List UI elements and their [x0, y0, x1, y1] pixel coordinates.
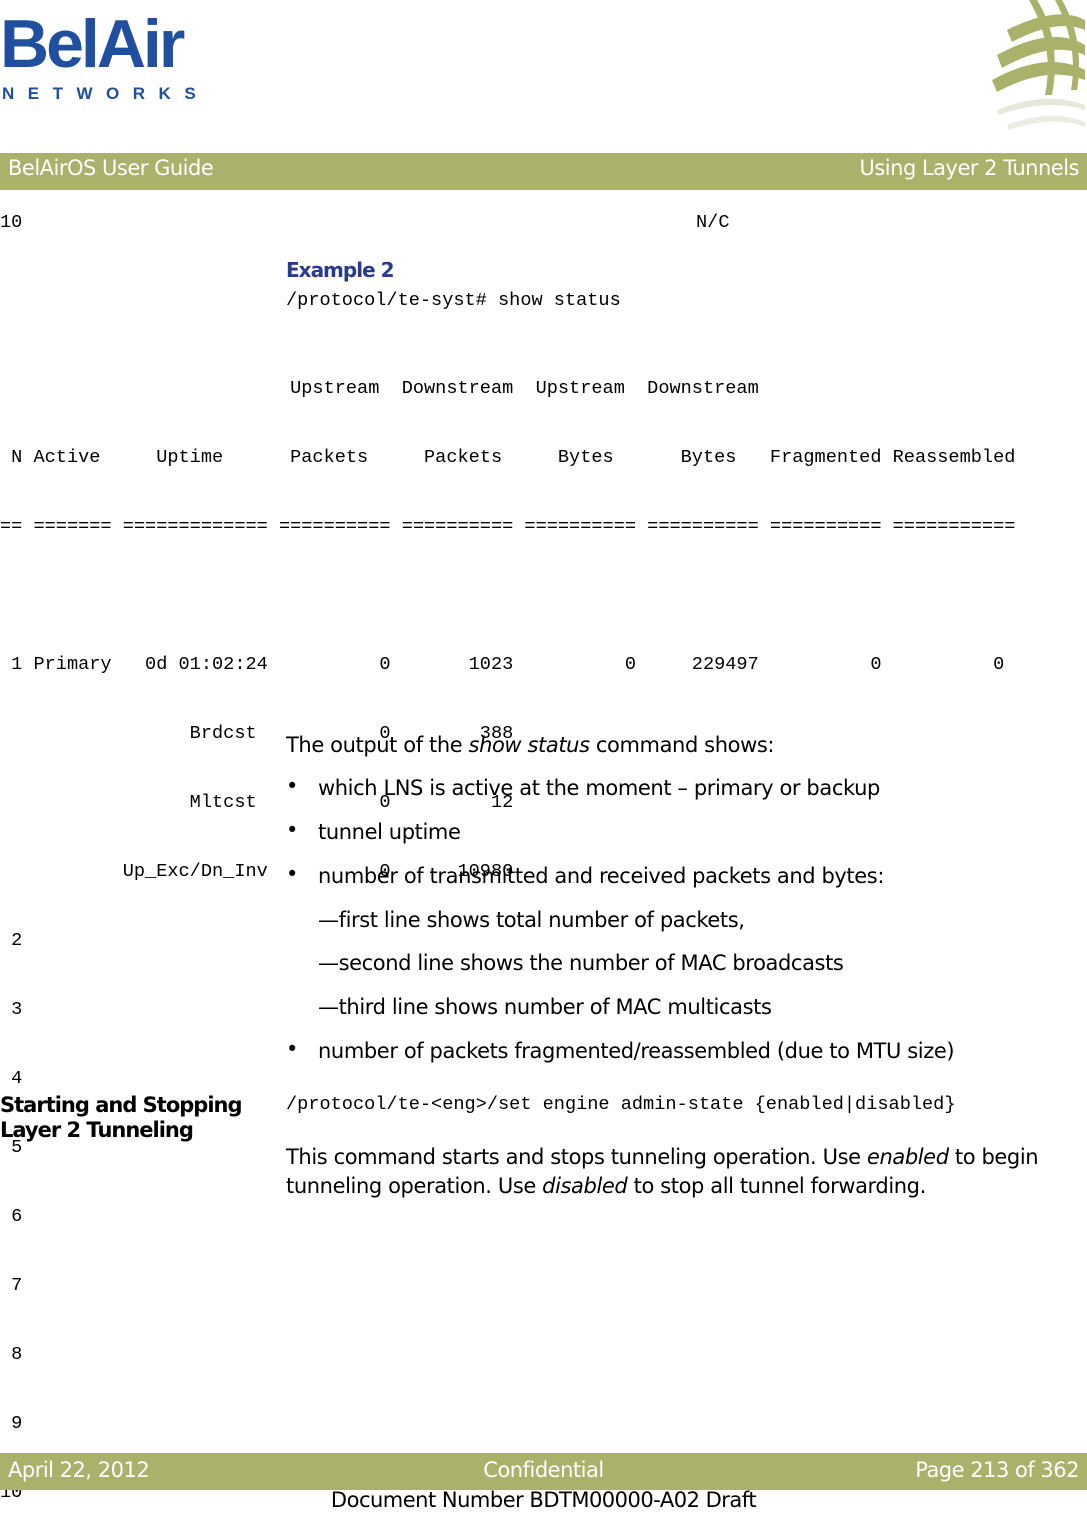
sub-item: —third line shows number of MAC multicas…: [318, 995, 772, 1019]
description-intro: The output of the show status command sh…: [286, 733, 775, 757]
chapter-title: Using Layer 2 Tunnels: [859, 156, 1080, 180]
bullet-icon: •: [286, 774, 299, 798]
bullet-icon: •: [286, 818, 299, 842]
document-number: Document Number BDTM00000-A02 Draft: [330, 1488, 757, 1512]
table-header-line1: Upstream Downstream Upstream Downstream: [0, 378, 759, 399]
footer-page-number: Page 213 of 362: [915, 1458, 1079, 1482]
logo-subtitle: NETWORKS: [2, 84, 210, 103]
command-name: show status: [468, 733, 590, 757]
belair-logo: BelAir: [0, 6, 185, 82]
table-header-line2: N Active Uptime Packets Packets Bytes By…: [0, 447, 1016, 468]
bullet-item: which LNS is active at the moment – prim…: [318, 776, 880, 800]
bullet-icon: •: [286, 1037, 299, 1061]
example-heading: Example 2: [286, 258, 395, 282]
prev-output-value: N/C: [696, 212, 730, 233]
table-row: 6: [0, 1206, 23, 1227]
table-row: 8: [0, 1344, 23, 1365]
sub-item: —first line shows total number of packet…: [318, 908, 745, 932]
section-command: /protocol/te-<eng>/set engine admin-stat…: [286, 1094, 956, 1115]
swoosh-logo-icon: [992, 0, 1085, 130]
table-row: 7: [0, 1275, 23, 1296]
table-row: 4: [0, 1068, 23, 1089]
table-separator: == ======= ============= ========== ====…: [0, 516, 1016, 537]
example-command: /protocol/te-syst# show status: [286, 290, 621, 311]
prev-output-n: 10: [0, 212, 23, 233]
section-heading: Starting and Stopping Layer 2 Tunneling: [0, 1093, 243, 1142]
bullet-icon: •: [286, 862, 299, 886]
guide-title: BelAirOS User Guide: [8, 156, 214, 180]
section-paragraph: This command starts and stops tunneling …: [286, 1145, 1039, 1198]
bullet-item: number of transmitted and received packe…: [318, 864, 884, 888]
table-row: 9: [0, 1413, 23, 1434]
table-row: 1 Primary 0d 01:02:24 0 1023 0 229497 0 …: [0, 654, 1005, 675]
sub-item: —second line shows the number of MAC bro…: [318, 951, 844, 975]
bullet-item: number of packets fragmented/reassembled…: [318, 1039, 955, 1063]
bullet-item: tunnel uptime: [318, 820, 461, 844]
